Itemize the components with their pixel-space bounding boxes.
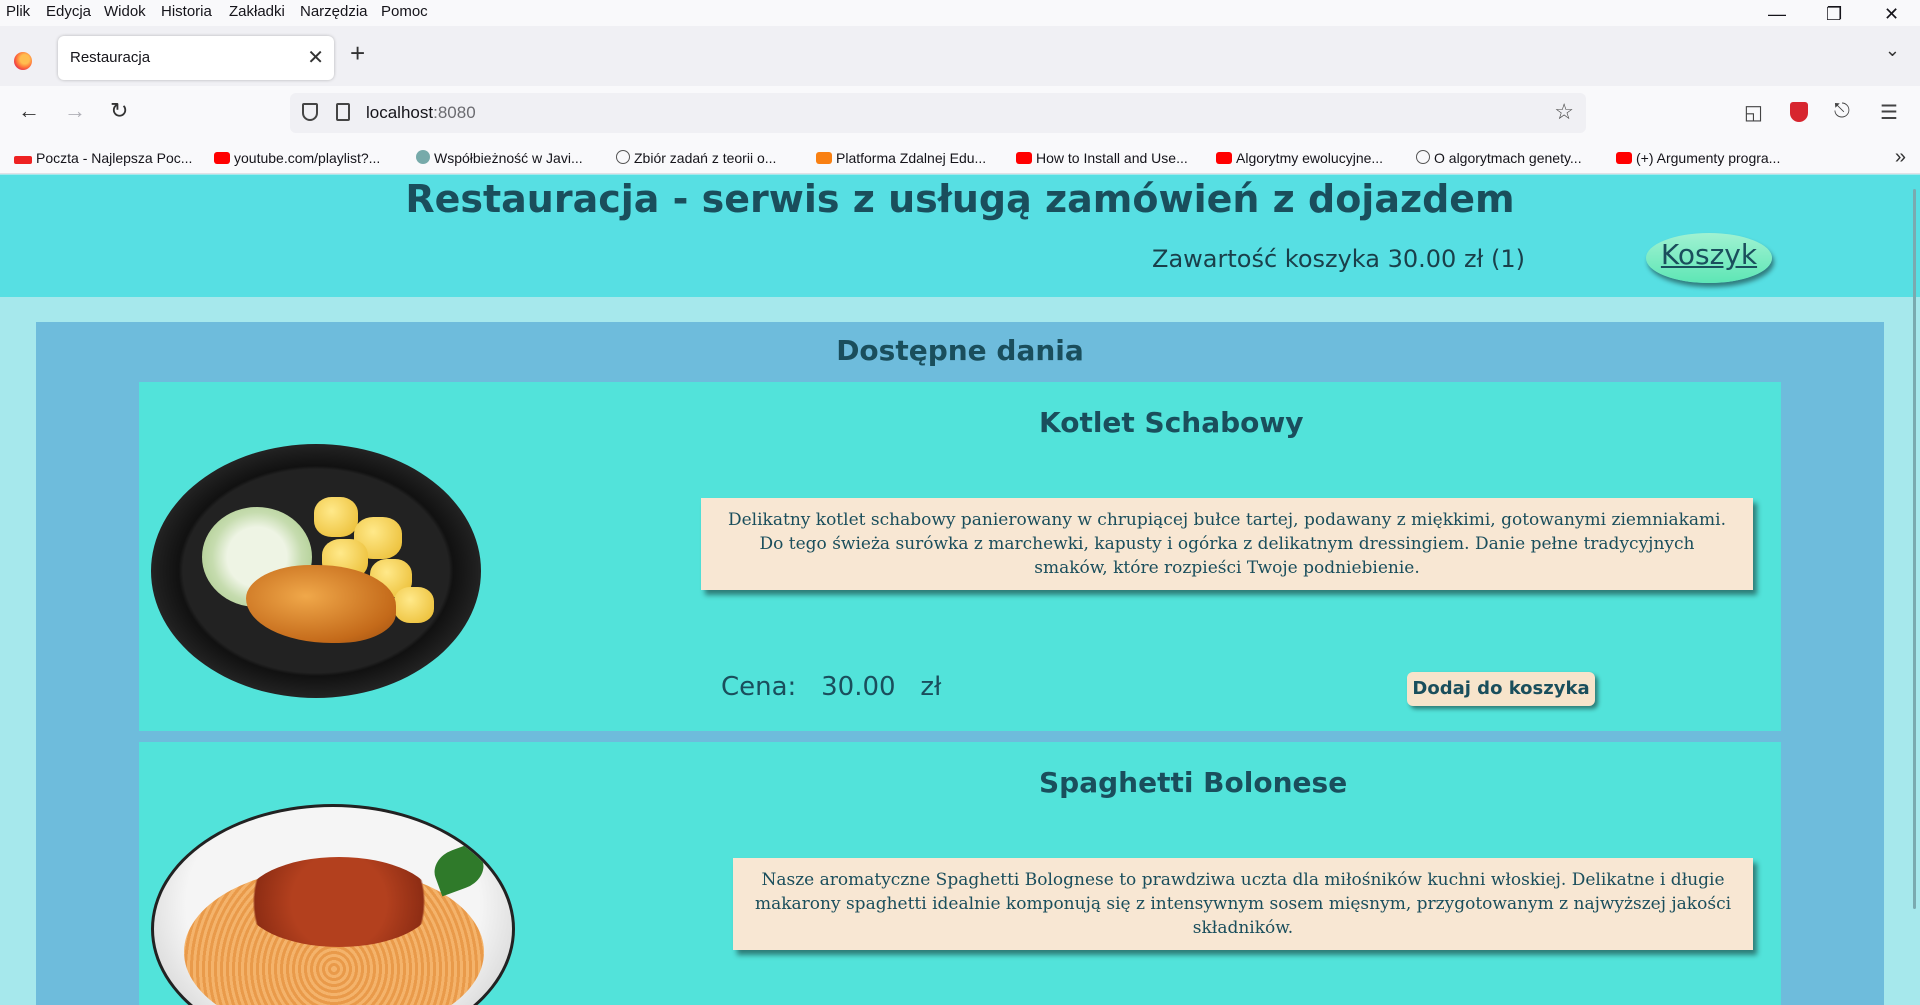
page-title: Restauracja - serwis z usługą zamówień z… <box>405 177 1515 221</box>
chevron-right-icon[interactable]: » <box>1895 146 1906 169</box>
back-icon[interactable]: ← <box>18 98 40 124</box>
bookmark-label: Poczta - Najlepsza Poc... <box>36 150 193 166</box>
page-icon[interactable] <box>336 103 350 121</box>
price-row: Cena: 30.00 zł <box>721 672 941 702</box>
tab-bar: Restauracja ✕ + ⌄ <box>0 26 1920 86</box>
reload-icon[interactable]: ↻ <box>110 98 128 124</box>
extensions-icon[interactable]: ⎋ <box>1834 100 1850 123</box>
youtube-icon <box>214 152 230 164</box>
globe-icon <box>616 150 630 164</box>
site-header: Restauracja - serwis z usługą zamówień z… <box>0 175 1920 297</box>
section-title: Dostępne dania <box>836 334 1084 367</box>
bookmark-item[interactable]: Algorytmy ewolucyjne... <box>1216 150 1383 166</box>
scrollbar[interactable] <box>1913 189 1916 909</box>
bookmark-label: Platforma Zdalnej Edu... <box>836 150 987 166</box>
bookmark-label: youtube.com/playlist?... <box>234 150 381 166</box>
bookmark-item[interactable]: O algorytmach genety... <box>1416 150 1582 166</box>
new-tab-icon[interactable]: + <box>350 38 365 69</box>
kotlet-shape <box>246 565 396 643</box>
bookmark-item[interactable]: How to Install and Use... <box>1016 150 1188 166</box>
cart-summary: Zawartość koszyka 30.00 zł (1) <box>1152 245 1525 273</box>
shield-icon[interactable] <box>302 103 318 121</box>
url-text[interactable]: localhost:8080 <box>366 103 476 123</box>
dish-card: Kotlet Schabowy Delikatny kotlet schabow… <box>139 382 1781 731</box>
youtube-icon <box>1616 152 1632 164</box>
bookmarks-bar: Poczta - Najlepsza Poc... youtube.com/pl… <box>0 142 1920 174</box>
restore-icon[interactable]: ❐ <box>1826 4 1842 25</box>
tab-restauracja[interactable]: Restauracja ✕ <box>58 36 334 80</box>
price-currency: zł <box>920 672 942 702</box>
bookmark-label: Zbiór zadań z teorii o... <box>634 150 777 166</box>
menu-bar: Plik Edycja Widok Historia Zakładki Narz… <box>0 0 1920 26</box>
java-icon <box>416 150 430 164</box>
menu-tools[interactable]: Narzędzia <box>300 3 368 20</box>
close-tab-icon[interactable]: ✕ <box>307 45 324 70</box>
wp-icon <box>14 156 32 164</box>
bookmark-item[interactable]: youtube.com/playlist?... <box>214 150 380 166</box>
bookmark-label: (+) Argumenty progra... <box>1636 150 1781 166</box>
bookmark-item[interactable]: Współbieżność w Javi... <box>416 150 583 166</box>
star-icon[interactable]: ☆ <box>1554 99 1574 125</box>
globe-icon <box>1416 150 1430 164</box>
dish-description: Nasze aromatyczne Spaghetti Bolognese to… <box>733 858 1753 950</box>
dish-card: Spaghetti Bolonese Nasze aromatyczne Spa… <box>139 742 1781 1005</box>
youtube-icon <box>1016 152 1032 164</box>
menu-file[interactable]: Plik <box>6 3 30 20</box>
bookmark-item[interactable]: Zbiór zadań z teorii o... <box>616 150 776 166</box>
bookmark-label: O algorytmach genety... <box>1434 150 1582 166</box>
menu-edit[interactable]: Edycja <box>46 3 91 20</box>
dish-name: Kotlet Schabowy <box>1039 406 1304 439</box>
url-port: :8080 <box>433 103 476 122</box>
menu-help[interactable]: Pomoc <box>381 3 428 20</box>
menu-view[interactable]: Widok <box>104 3 146 20</box>
youtube-icon <box>1216 152 1232 164</box>
bookmark-label: How to Install and Use... <box>1036 150 1188 166</box>
pocket-icon[interactable]: ◱ <box>1744 100 1763 125</box>
page-content: Restauracja - serwis z usługą zamówień z… <box>0 175 1920 1005</box>
price-label: Cena: <box>721 672 797 702</box>
nav-bar: ← → ↻ localhost:8080 ☆ ◱ ⎋ ☰ <box>0 86 1920 142</box>
dish-image <box>151 804 515 1005</box>
potato-shape <box>394 587 434 623</box>
bookmark-item[interactable]: Poczta - Najlepsza Poc... <box>14 150 192 166</box>
forward-icon[interactable]: → <box>64 98 86 124</box>
cart-button[interactable]: Koszyk <box>1646 233 1772 283</box>
close-window-icon[interactable]: ✕ <box>1884 4 1899 25</box>
url-bar[interactable]: localhost:8080 ☆ <box>290 93 1586 133</box>
bookmark-item[interactable]: Platforma Zdalnej Edu... <box>816 150 986 166</box>
dish-name: Spaghetti Bolonese <box>1039 766 1348 799</box>
potato-shape <box>314 497 358 537</box>
sauce-shape <box>244 857 434 947</box>
bookmark-label: Algorytmy ewolucyjne... <box>1236 150 1384 166</box>
bookmark-label: Współbieżność w Javi... <box>434 150 583 166</box>
minimize-icon[interactable]: — <box>1768 4 1786 25</box>
price-value: 30.00 <box>821 672 896 702</box>
menu-bookmarks[interactable]: Zakładki <box>229 3 285 20</box>
dish-image <box>151 444 481 698</box>
moodle-icon <box>816 152 832 164</box>
menu-history[interactable]: Historia <box>161 3 212 20</box>
dish-description: Delikatny kotlet schabowy panierowany w … <box>701 498 1753 590</box>
menu-section: Dostępne dania Kotlet Schabowy Delikatny… <box>36 322 1884 1005</box>
chevron-down-icon[interactable]: ⌄ <box>1885 40 1900 61</box>
bookmark-item[interactable]: (+) Argumenty progra... <box>1616 150 1780 166</box>
firefox-icon <box>14 52 32 70</box>
url-host: localhost <box>366 103 434 122</box>
hamburger-menu-icon[interactable]: ☰ <box>1880 100 1898 125</box>
tab-title: Restauracja <box>70 49 151 66</box>
ublock-icon[interactable] <box>1790 102 1808 122</box>
add-to-cart-button[interactable]: Dodaj do koszyka <box>1407 672 1595 706</box>
basil-shape <box>428 841 490 897</box>
